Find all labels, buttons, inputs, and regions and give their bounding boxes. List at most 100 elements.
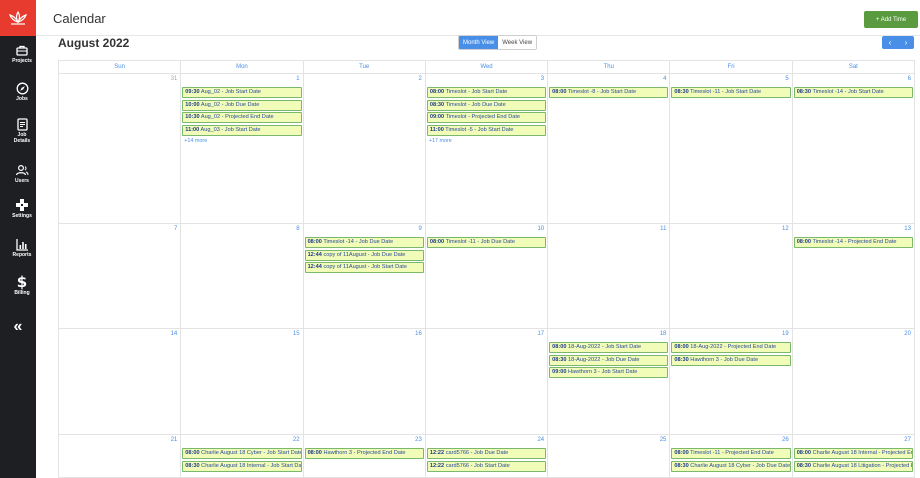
calendar-day-cell[interactable]: 9 08:00 Timeslot -14 - Job Due Date 12:44 … xyxy=(304,224,426,328)
calendar-day-cell[interactable]: 21 xyxy=(59,435,182,477)
calendar-event[interactable]: 08:00 Timeslot -14 - Projected End Date xyxy=(793,237,913,248)
day-number[interactable]: 8 xyxy=(296,226,299,232)
day-number[interactable]: 24 xyxy=(537,437,544,443)
calendar-event[interactable]: 08:30 Hawthorn 3 - Job Due Date xyxy=(671,354,791,366)
sidebar-item-jobs[interactable]: Jobs xyxy=(0,80,44,116)
calendar-day-cell[interactable]: 5 08:30 Timeslot -11 - Job Start Date xyxy=(670,74,793,223)
day-number[interactable]: 2 xyxy=(419,76,422,82)
day-number[interactable]: 6 xyxy=(908,76,911,82)
day-number[interactable]: 7 xyxy=(174,226,177,232)
collapse-sidebar-icon[interactable]: « xyxy=(0,318,36,336)
calendar-event[interactable]: 10:00 Aug_02 - Job Due Date xyxy=(182,99,302,111)
calendar-event[interactable]: 08:30 Charlie August 18 Litigation - Pro… xyxy=(793,460,913,472)
sidebar-item-reports[interactable]: Reports › xyxy=(0,236,44,272)
day-number[interactable]: 18 xyxy=(660,331,667,337)
calendar-day-cell[interactable]: 8 xyxy=(181,224,304,328)
chevron-right-icon[interactable]: › xyxy=(905,38,908,47)
calendar-day-cell[interactable]: 17 xyxy=(426,329,549,434)
day-number[interactable]: 12 xyxy=(782,226,789,232)
calendar-day-cell[interactable]: 15 xyxy=(181,329,304,434)
calendar-event[interactable]: 08:00 Charlie August 18 Internal - Proje… xyxy=(793,448,913,459)
sidebar-item-billing[interactable]: $ Billing › xyxy=(0,273,44,310)
chevron-left-icon[interactable]: ‹ xyxy=(889,38,892,47)
calendar-day-cell[interactable]: 27 08:00 Charlie August 18 Internal - Pro… xyxy=(793,435,915,477)
calendar-event[interactable]: 08:00 Timeslot -11 - Job Due Date xyxy=(426,237,547,248)
day-number[interactable]: 9 xyxy=(419,226,422,232)
calendar-event[interactable]: 08:00 Charlie August 18 Cyber - Job Star… xyxy=(182,448,302,459)
calendar-event[interactable]: 10:30 Aug_02 - Projected End Date xyxy=(182,112,302,123)
calendar-event[interactable]: 09:30 Aug_02 - Job Start Date xyxy=(182,87,302,98)
day-number[interactable]: 5 xyxy=(785,76,788,82)
calendar-day-cell[interactable]: 16 xyxy=(304,329,426,434)
calendar-day-cell[interactable]: 10 08:00 Timeslot -11 - Job Due Date xyxy=(426,224,549,328)
day-number[interactable]: 21 xyxy=(171,437,178,443)
calendar-day-cell[interactable]: 26 08:00 Timeslot -11 - Projected End Dat… xyxy=(670,435,793,477)
day-number[interactable]: 16 xyxy=(415,331,422,337)
calendar-day-cell[interactable]: 14 xyxy=(59,329,182,434)
calendar-event[interactable]: 08:30 18-Aug-2022 - Job Due Date xyxy=(549,354,669,366)
day-number[interactable]: 25 xyxy=(660,437,667,443)
calendar-event[interactable]: 09:00 Timeslot - Projected End Date xyxy=(426,112,547,123)
calendar-event[interactable]: 08:00 18-Aug-2022 - Job Start Date xyxy=(549,342,669,353)
more-events-link[interactable]: +17 more xyxy=(427,137,546,146)
calendar-day-cell[interactable]: 2 xyxy=(304,74,426,223)
calendar-event[interactable]: 08:30 Charlie August 18 Internal - Job S… xyxy=(182,460,302,472)
day-number[interactable]: 31 xyxy=(171,76,178,82)
day-number[interactable]: 1 xyxy=(296,76,299,82)
month-view-button[interactable]: Month View xyxy=(459,36,499,49)
day-number[interactable]: 27 xyxy=(904,437,911,443)
sidebar-item-projects[interactable]: Projects xyxy=(0,42,44,78)
calendar-day-cell[interactable]: 18 08:00 18-Aug-2022 - Job Start Date 08:3… xyxy=(548,329,671,434)
more-events-link[interactable]: +14 more xyxy=(182,137,301,146)
calendar-day-cell[interactable]: 13 08:00 Timeslot -14 - Projected End Dat… xyxy=(793,224,915,328)
calendar-event[interactable]: 08:00 Timeslot -11 - Projected End Date xyxy=(671,448,791,459)
day-number[interactable]: 15 xyxy=(293,331,300,337)
day-number[interactable]: 14 xyxy=(171,331,178,337)
app-logo[interactable] xyxy=(0,0,36,36)
calendar-event[interactable]: 08:00 Timeslot -8 - Job Start Date xyxy=(549,87,669,98)
calendar-event[interactable]: 09:00 Hawthorn 3 - Job Start Date xyxy=(549,367,669,378)
calendar-event[interactable]: 12:44 copy of 11August - Job Due Date xyxy=(304,249,424,261)
calendar-event[interactable]: 11:00 Timeslot -5 - Job Start Date xyxy=(426,124,547,136)
calendar-day-cell[interactable]: 20 xyxy=(793,329,915,434)
sidebar-item-settings[interactable]: Settings › xyxy=(0,197,44,233)
calendar-event[interactable]: 08:00 Hawthorn 3 - Projected End Date xyxy=(304,448,424,459)
calendar-event[interactable]: 08:30 Timeslot -14 - Job Start Date xyxy=(793,87,913,98)
calendar-event[interactable]: 08:00 18-Aug-2022 - Projected End Date xyxy=(671,342,791,353)
calendar-day-cell[interactable]: 3 08:00 Timeslot - Job Start Date 08:30 Ti… xyxy=(426,74,549,223)
week-view-button[interactable]: Week View xyxy=(498,36,537,49)
day-number[interactable]: 10 xyxy=(537,226,544,232)
calendar-day-cell[interactable]: 6 08:30 Timeslot -14 - Job Start Date xyxy=(793,74,915,223)
calendar-event[interactable]: 08:30 Timeslot -11 - Job Start Date xyxy=(671,87,791,98)
calendar-day-cell[interactable]: 22 08:00 Charlie August 18 Cyber - Job St… xyxy=(181,435,304,477)
calendar-day-cell[interactable]: 1 09:30 Aug_02 - Job Start Date 10:00 Aug_… xyxy=(181,74,304,223)
calendar-day-cell[interactable]: 11 xyxy=(548,224,671,328)
day-number[interactable]: 17 xyxy=(537,331,544,337)
calendar-event[interactable]: 08:30 Timeslot - Job Due Date xyxy=(426,99,547,111)
calendar-event[interactable]: 12:44 copy of 11August - Job Start Date xyxy=(304,262,424,273)
day-number[interactable]: 3 xyxy=(541,76,544,82)
calendar-event[interactable]: 08:00 Timeslot -14 - Job Due Date xyxy=(304,237,424,248)
calendar-day-cell[interactable]: 23 08:00 Hawthorn 3 - Projected End Date xyxy=(304,435,426,477)
calendar-day-cell[interactable]: 7 xyxy=(59,224,182,328)
calendar-event[interactable]: 08:00 Timeslot - Job Start Date xyxy=(426,87,547,98)
calendar-day-cell[interactable]: 19 08:00 18-Aug-2022 - Projected End Date… xyxy=(670,329,793,434)
day-number[interactable]: 19 xyxy=(782,331,789,337)
calendar-event[interactable]: 11:00 Aug_03 - Job Start Date xyxy=(182,124,302,136)
sidebar-item-job-details[interactable]: Job Details › xyxy=(0,116,44,152)
day-number[interactable]: 13 xyxy=(904,226,911,232)
calendar-day-cell[interactable]: 25 xyxy=(548,435,671,477)
sidebar-item-users[interactable]: Users xyxy=(0,162,44,198)
calendar-day-cell[interactable]: 24 12:22 card5766 - Job Due Date 12:22 car… xyxy=(426,435,549,477)
add-time-button[interactable]: + Add Time xyxy=(864,11,918,28)
calendar-event[interactable]: 12:22 card5766 - Job Due Date xyxy=(426,448,547,459)
calendar-event[interactable]: 12:22 card5766 - Job Start Date xyxy=(426,460,547,472)
calendar-day-cell[interactable]: 31 xyxy=(59,74,182,223)
calendar-day-cell[interactable]: 4 08:00 Timeslot -8 - Job Start Date xyxy=(548,74,671,223)
day-number[interactable]: 20 xyxy=(904,331,911,337)
day-number[interactable]: 4 xyxy=(663,76,666,82)
calendar-day-cell[interactable]: 12 xyxy=(670,224,793,328)
day-number[interactable]: 23 xyxy=(415,437,422,443)
day-number[interactable]: 26 xyxy=(782,437,789,443)
day-number[interactable]: 11 xyxy=(660,226,666,232)
